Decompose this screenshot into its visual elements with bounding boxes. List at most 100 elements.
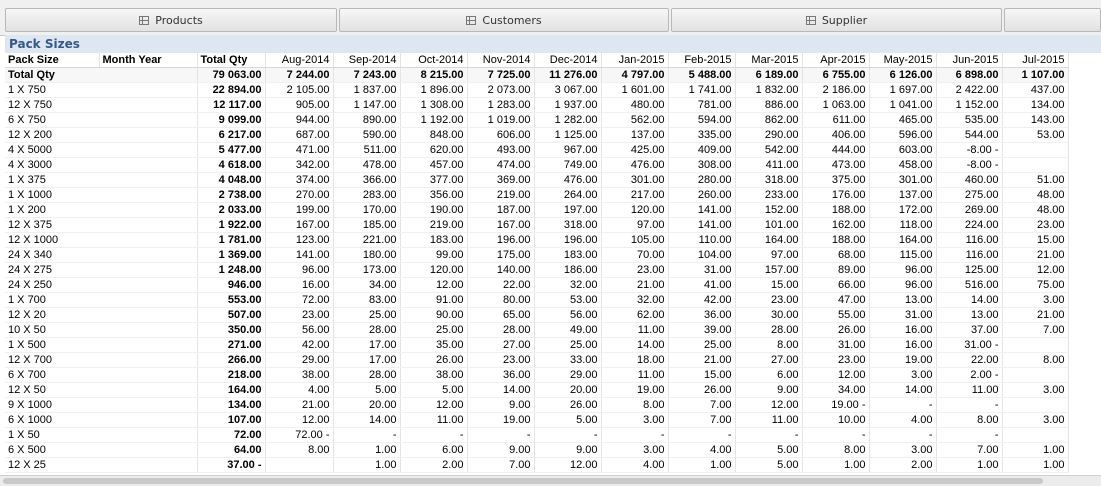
- month-header[interactable]: Nov-2014: [467, 53, 535, 68]
- month-value-cell: 269.00: [936, 202, 1003, 218]
- month-value-cell: 476.00: [601, 157, 669, 173]
- month-value-cell: 53.00: [534, 292, 602, 308]
- month-value-cell: 101.00: [735, 217, 803, 233]
- month-value-cell: 19.00: [869, 352, 937, 368]
- pack-size-cell: 12 X 20: [5, 307, 198, 323]
- month-header[interactable]: Dec-2014: [534, 53, 602, 68]
- month-value-cell: 28.00: [735, 322, 803, 338]
- table-icon: [805, 15, 816, 25]
- month-value-cell: 11.00: [601, 367, 669, 383]
- month-value-cell: 53.00: [1002, 127, 1069, 143]
- month-value-cell: 1 308.00: [400, 97, 468, 113]
- total-qty-cell: 5 477.00: [197, 142, 266, 158]
- month-value-cell: 16.00: [869, 322, 937, 338]
- month-value-cell: 862.00: [735, 112, 803, 128]
- month-value-cell: 493.00: [467, 142, 535, 158]
- month-value-cell: 120.00: [601, 202, 669, 218]
- month-value-cell: 611.00: [802, 112, 870, 128]
- month-header[interactable]: Mar-2015: [735, 53, 803, 68]
- month-value-cell: 17.00: [333, 352, 401, 368]
- month-value-cell: 11.00: [735, 412, 803, 428]
- month-value-cell: 465.00: [869, 112, 937, 128]
- month-value-cell: 890.00: [333, 112, 401, 128]
- month-value-cell: 335.00: [668, 127, 736, 143]
- month-value-cell: 152.00: [735, 202, 803, 218]
- pack-size-cell: 12 X 1000: [5, 232, 198, 248]
- scrollbar-thumb[interactable]: [3, 478, 1043, 484]
- month-header[interactable]: Feb-2015: [668, 53, 736, 68]
- table-row: 24 X 340 1 369.00 141.00 180.00 99.00 175.00 1…: [5, 247, 1069, 263]
- month-header[interactable]: Sep-2014: [333, 53, 401, 68]
- month-header[interactable]: Jul-2015: [1002, 53, 1069, 68]
- month-value-cell: 164.00: [869, 232, 937, 248]
- month-value-cell: 457.00: [400, 157, 468, 173]
- month-value-cell: 1.00: [802, 457, 870, 473]
- month-value-cell: 22.00: [936, 352, 1003, 368]
- month-header[interactable]: Aug-2014: [265, 53, 334, 68]
- tab-label: Customers: [482, 13, 542, 27]
- month-value-cell: 143.00: [1002, 112, 1069, 128]
- tab-customers[interactable]: Customers: [339, 8, 669, 32]
- month-value-cell: 5.00: [400, 382, 468, 398]
- month-value-cell: 1 601.00: [601, 82, 669, 98]
- total-qty-cell: 218.00: [197, 367, 266, 383]
- table-row: 1 X 700 553.00 72.00 83.00 91.00 80.00 53.00 32…: [5, 292, 1069, 308]
- month-header[interactable]: Oct-2014: [400, 53, 468, 68]
- month-value-cell: 2.00: [869, 457, 937, 473]
- month-value-cell: [1002, 142, 1069, 158]
- month-value-cell: 217.00: [601, 187, 669, 203]
- month-value-cell: 12.00: [1002, 262, 1069, 278]
- month-value-cell: 460.00: [936, 172, 1003, 188]
- total-month-cell: 4 797.00: [601, 67, 669, 83]
- pivot-table: Pack Size Month Year Total Qty Aug-2014 …: [5, 53, 1069, 473]
- month-value-cell: -: [333, 427, 401, 443]
- month-value-cell: 96.00: [265, 262, 334, 278]
- month-value-cell: 12.00: [802, 367, 870, 383]
- month-value-cell: 180.00: [333, 247, 401, 263]
- horizontal-scrollbar[interactable]: [0, 475, 1101, 486]
- tab-label: Supplier: [821, 13, 868, 27]
- month-value-cell: 56.00: [534, 307, 602, 323]
- month-value-cell: 474.00: [467, 157, 535, 173]
- month-value-cell: 886.00: [735, 97, 803, 113]
- month-header[interactable]: May-2015: [869, 53, 937, 68]
- month-value-cell: 14.00: [333, 412, 401, 428]
- pack-size-cell: 1 X 200: [5, 202, 198, 218]
- month-value-cell: 196.00: [534, 232, 602, 248]
- month-value-cell: 13.00: [869, 292, 937, 308]
- tab-products[interactable]: Products: [5, 8, 337, 32]
- table-row: 12 X 20 507.00 23.00 25.00 90.00 65.00 56.00 62…: [5, 307, 1069, 323]
- pack-size-header[interactable]: Pack Size: [5, 53, 100, 68]
- month-value-cell: 42.00: [265, 337, 334, 353]
- month-header[interactable]: Apr-2015: [802, 53, 870, 68]
- month-value-cell: 14.00: [936, 292, 1003, 308]
- month-value-cell: 23.00: [265, 307, 334, 323]
- month-value-cell: 283.00: [333, 187, 401, 203]
- pack-size-cell: 6 X 750: [5, 112, 198, 128]
- tab-overflow[interactable]: [1004, 8, 1101, 32]
- month-value-cell: 23.00: [735, 292, 803, 308]
- month-value-cell: 137.00: [869, 187, 937, 203]
- total-month-cell: 5 488.00: [668, 67, 736, 83]
- month-value-cell: 219.00: [400, 217, 468, 233]
- month-value-cell: 23.00: [802, 352, 870, 368]
- pack-size-cell: 1 X 500: [5, 337, 198, 353]
- month-value-cell: 167.00: [467, 217, 535, 233]
- month-year-header[interactable]: Month Year: [99, 53, 198, 68]
- table-row: 10 X 50 350.00 56.00 28.00 25.00 28.00 49.00 11…: [5, 322, 1069, 338]
- month-value-cell: 188.00: [802, 202, 870, 218]
- table-icon: [139, 15, 150, 25]
- total-month-cell: 11 276.00: [534, 67, 602, 83]
- pivot-table-container[interactable]: Pack Size Month Year Total Qty Aug-2014 …: [5, 53, 1101, 473]
- month-value-cell: 104.00: [668, 247, 736, 263]
- month-header[interactable]: Jan-2015: [601, 53, 669, 68]
- month-value-cell: 25.00: [534, 337, 602, 353]
- pack-size-cell: 12 X 700: [5, 352, 198, 368]
- total-qty-header[interactable]: Total Qty: [197, 53, 266, 68]
- month-header[interactable]: Jun-2015: [936, 53, 1003, 68]
- month-value-cell: 110.00: [668, 232, 736, 248]
- month-value-cell: 375.00: [802, 172, 870, 188]
- month-value-cell: 1 837.00: [333, 82, 401, 98]
- tab-supplier[interactable]: Supplier: [671, 8, 1002, 32]
- month-value-cell: 29.00: [534, 367, 602, 383]
